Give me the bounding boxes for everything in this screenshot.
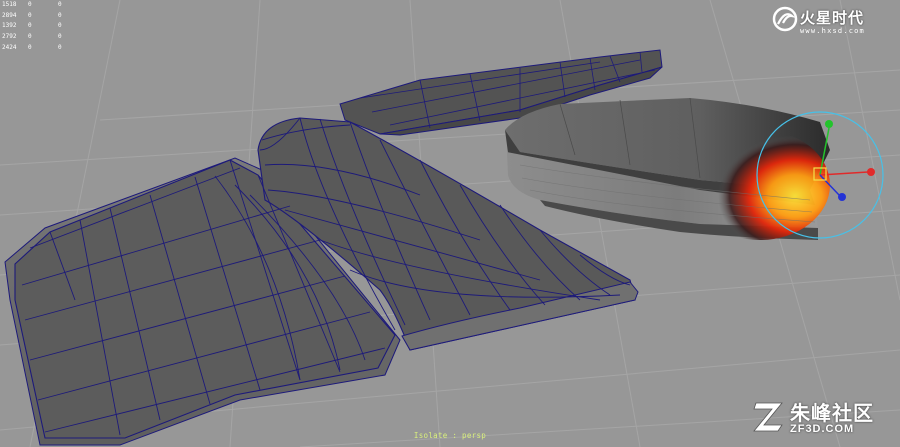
hud-value: 1392 <box>2 22 17 30</box>
hud-row: 2792 0 0 <box>2 32 68 43</box>
hud-value: 0 <box>58 11 62 19</box>
hud-row: 2894 0 0 <box>2 11 68 22</box>
maya-perspective-viewport[interactable]: 1518 0 0 2894 0 0 1392 0 0 2792 0 0 2424… <box>0 0 900 447</box>
watermark-brand: 朱峰社区 <box>790 401 874 425</box>
hud-value: 0 <box>58 1 62 8</box>
hud-value: 0 <box>28 1 32 8</box>
hud-value: 0 <box>58 33 62 41</box>
book-model-closed[interactable] <box>505 97 830 240</box>
logo-z-icon <box>753 402 783 432</box>
hud-value: 2894 <box>2 11 17 19</box>
hud-row: 1392 0 0 <box>2 21 68 32</box>
hud-value: 0 <box>58 43 62 51</box>
hud-row: 2424 0 0 <box>2 43 68 54</box>
hud-value: 2424 <box>2 43 17 51</box>
hud-row: 1518 0 0 <box>2 0 68 11</box>
watermark-brand: 火星时代 <box>800 9 865 27</box>
hud-value: 0 <box>28 33 32 41</box>
logo-swirl-icon <box>772 6 798 32</box>
hud-value: 0 <box>28 22 32 30</box>
watermark-hxsd: 火星时代 www.hxsd.com <box>772 6 892 40</box>
hud-poly-count: 1518 0 0 2894 0 0 1392 0 0 2792 0 0 2424… <box>2 0 68 54</box>
watermark-url: www.hxsd.com <box>800 27 865 35</box>
scene-canvas[interactable] <box>0 0 900 447</box>
hud-value: 0 <box>28 11 32 19</box>
hud-value: 2792 <box>2 33 17 41</box>
hud-value: 0 <box>28 43 32 51</box>
hud-value: 1518 <box>2 1 17 8</box>
hud-value: 0 <box>58 22 62 30</box>
viewport-status-text: Isolate : persp <box>413 431 487 440</box>
